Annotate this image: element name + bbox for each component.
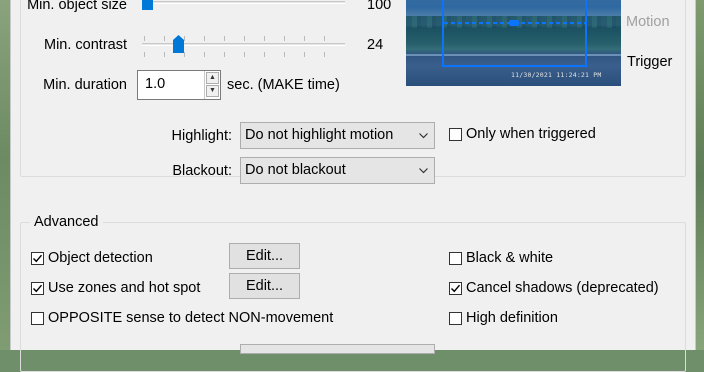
trigger-indicator-label: Trigger	[627, 54, 673, 70]
motion-indicator-label: Motion	[626, 14, 670, 30]
only-when-triggered-checkbox[interactable]	[449, 128, 462, 141]
min-contrast-value: 24	[367, 37, 384, 53]
min-object-size-track	[142, 1, 345, 4]
min-contrast-label: Min. contrast	[44, 37, 127, 53]
detection-zone	[442, 0, 587, 67]
camera-preview: 11/30/2021 11:24:21 PM	[406, 0, 621, 86]
min-object-size-value: 100	[367, 0, 392, 13]
hot-spot-marker	[509, 20, 519, 26]
min-contrast-track	[142, 43, 345, 46]
partial-dropdown[interactable]	[240, 344, 435, 354]
spin-buttons: ▲ ▼	[204, 71, 220, 99]
spin-up-icon[interactable]: ▲	[206, 72, 219, 84]
checkmark-icon	[33, 254, 43, 263]
cancel-shadows-label: Cancel shadows (deprecated)	[466, 280, 659, 296]
use-zones-label: Use zones and hot spot	[48, 280, 201, 296]
only-when-triggered-label: Only when triggered	[466, 126, 596, 142]
cancel-shadows-checkbox[interactable]	[449, 282, 462, 295]
opposite-sense-checkbox[interactable]	[31, 312, 44, 325]
motion-settings-dialog: Min. object size 100 Min. contrast 24 Mi…	[10, 0, 696, 372]
min-duration-unit: sec. (MAKE time)	[227, 77, 340, 93]
min-object-size-slider[interactable]	[142, 0, 153, 10]
high-definition-checkbox[interactable]	[449, 312, 462, 325]
checkmark-icon	[451, 284, 461, 293]
highlight-dropdown[interactable]: Do not highlight motion	[240, 122, 435, 149]
min-duration-input[interactable]: 1.0	[145, 76, 165, 92]
object-detection-edit-button[interactable]: Edit...	[229, 243, 300, 269]
blackout-label: Blackout:	[172, 163, 232, 179]
black-white-label: Black & white	[466, 250, 554, 266]
min-duration-label: Min. duration	[43, 77, 127, 93]
spin-down-icon[interactable]: ▼	[206, 85, 219, 97]
highlight-selected: Do not highlight motion	[245, 127, 394, 143]
chevron-down-icon	[419, 168, 428, 174]
blackout-dropdown[interactable]: Do not blackout	[240, 157, 435, 184]
checkmark-icon	[33, 284, 43, 293]
high-definition-label: High definition	[466, 310, 558, 326]
opposite-sense-label: OPPOSITE sense to detect NON-movement	[48, 310, 334, 326]
min-object-size-label: Min. object size	[27, 0, 127, 13]
use-zones-checkbox[interactable]	[31, 282, 44, 295]
chevron-down-icon	[419, 133, 428, 139]
object-detection-label: Object detection	[48, 250, 153, 266]
zones-edit-button[interactable]: Edit...	[229, 273, 300, 299]
black-white-checkbox[interactable]	[449, 252, 462, 265]
blackout-selected: Do not blackout	[245, 162, 346, 178]
advanced-group-title: Advanced	[30, 214, 103, 230]
preview-timestamp: 11/30/2021 11:24:21 PM	[511, 71, 602, 79]
highlight-label: Highlight:	[171, 128, 232, 144]
min-duration-spinbox[interactable]: 1.0 ▲ ▼	[137, 70, 221, 100]
object-detection-checkbox[interactable]	[31, 252, 44, 265]
